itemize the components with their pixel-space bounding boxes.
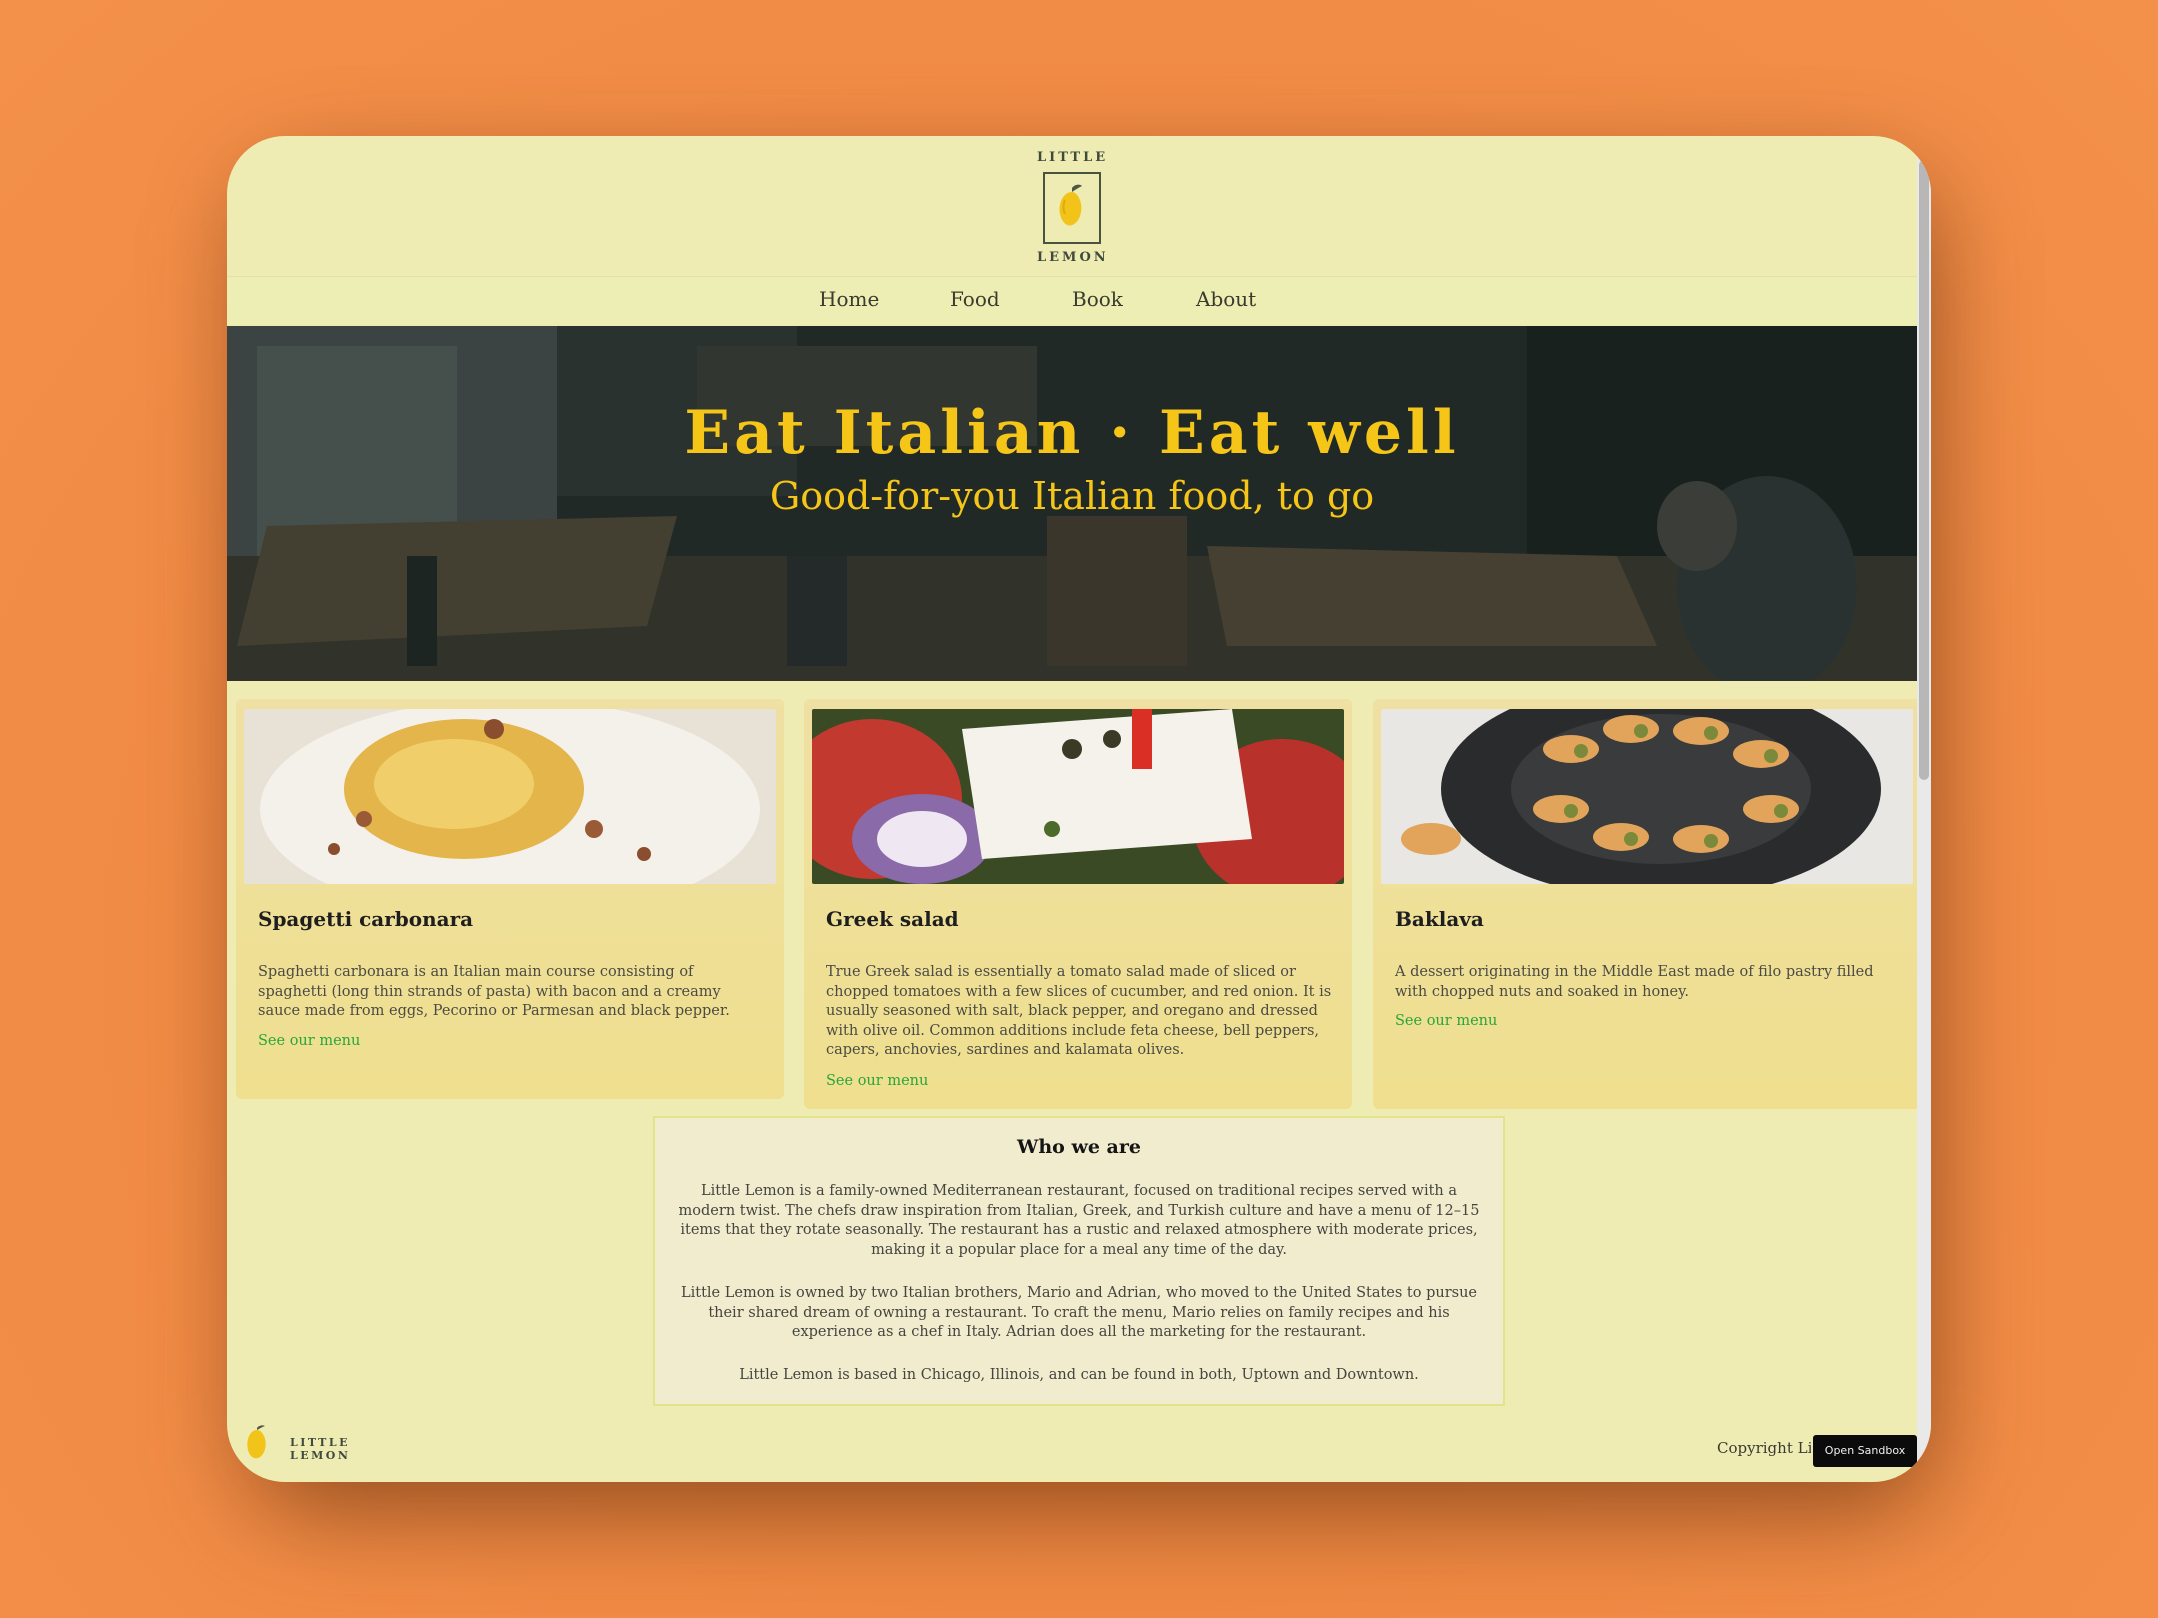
about-paragraph-1: Little Lemon is a family-owned Mediterra… (678, 1183, 1480, 1258)
nav-item-about[interactable]: About (1196, 287, 1256, 311)
scrollbar-thumb[interactable] (1919, 160, 1929, 780)
greek-salad-image (812, 709, 1344, 884)
logo-frame (1043, 172, 1101, 244)
card-description: A dessert originating in the Middle East… (1395, 964, 1874, 1000)
greek-salad-photo (812, 709, 1344, 884)
see-menu-link[interactable]: See our menu (826, 1073, 928, 1089)
see-menu-link[interactable]: See our menu (258, 1033, 360, 1049)
footer-logo[interactable]: LITTLE LEMON (243, 1422, 393, 1462)
carbonara-image (244, 709, 776, 884)
main-nav: Home Food Book About (227, 276, 1917, 324)
card-description: Spaghetti carbonara is an Italian main c… (258, 964, 730, 1020)
hero-subtitle: Good-for-you Italian food, to go (769, 474, 1375, 518)
baklava-photo (1381, 709, 1913, 884)
lemon-icon (1059, 184, 1082, 226)
about-paragraph-3: Little Lemon is based in Chicago, Illino… (739, 1367, 1419, 1383)
nav-item-home[interactable]: Home (819, 287, 879, 311)
footer-logo-text: LITTLE LEMON (290, 1436, 351, 1462)
nav-item-food[interactable]: Food (950, 287, 1000, 311)
card-description: True Greek salad is essentially a tomato… (826, 964, 1332, 1059)
site-header: LITTLE LEMON (227, 136, 1917, 276)
card-title: Baklava (1395, 907, 1484, 931)
lemon-icon (247, 1425, 266, 1459)
card-greek-salad: Greek salad True Greek salad is essentia… (804, 699, 1352, 1109)
hero-title: Eat Italian · Eat well (684, 398, 1460, 468)
see-menu-link[interactable]: See our menu (1395, 1013, 1497, 1029)
hero-banner: Eat Italian · Eat well Good-for-you Ital… (227, 326, 1917, 681)
logo-text-bottom: LEMON (1037, 250, 1109, 265)
who-we-are-section: Who we are Little Lemon is a family-owne… (653, 1116, 1505, 1406)
browser-window: LITTLE LEMON Home Food Book About Eat It… (227, 136, 1931, 1482)
about-paragraph-2: Little Lemon is owned by two Italian bro… (680, 1285, 1478, 1341)
section-title: Who we are (1017, 1136, 1141, 1158)
card-title: Spagetti carbonara (258, 907, 474, 931)
scrollbar[interactable] (1917, 136, 1931, 1482)
card-baklava: Baklava A dessert originating in the Mid… (1373, 699, 1923, 1109)
nav-item-book[interactable]: Book (1072, 287, 1123, 311)
carbonara-photo (244, 709, 776, 884)
open-sandbox-button[interactable]: Open Sandbox (1813, 1435, 1917, 1467)
logo[interactable]: LITTLE LEMON (1037, 150, 1107, 268)
copyright-text: Copyright Little Lemon (1717, 1439, 1811, 1457)
card-carbonara: Spagetti carbonara Spaghetti carbonara i… (236, 699, 784, 1099)
baklava-image (1381, 709, 1913, 884)
card-title: Greek salad (826, 907, 959, 931)
logo-text-top: LITTLE (1037, 150, 1109, 165)
